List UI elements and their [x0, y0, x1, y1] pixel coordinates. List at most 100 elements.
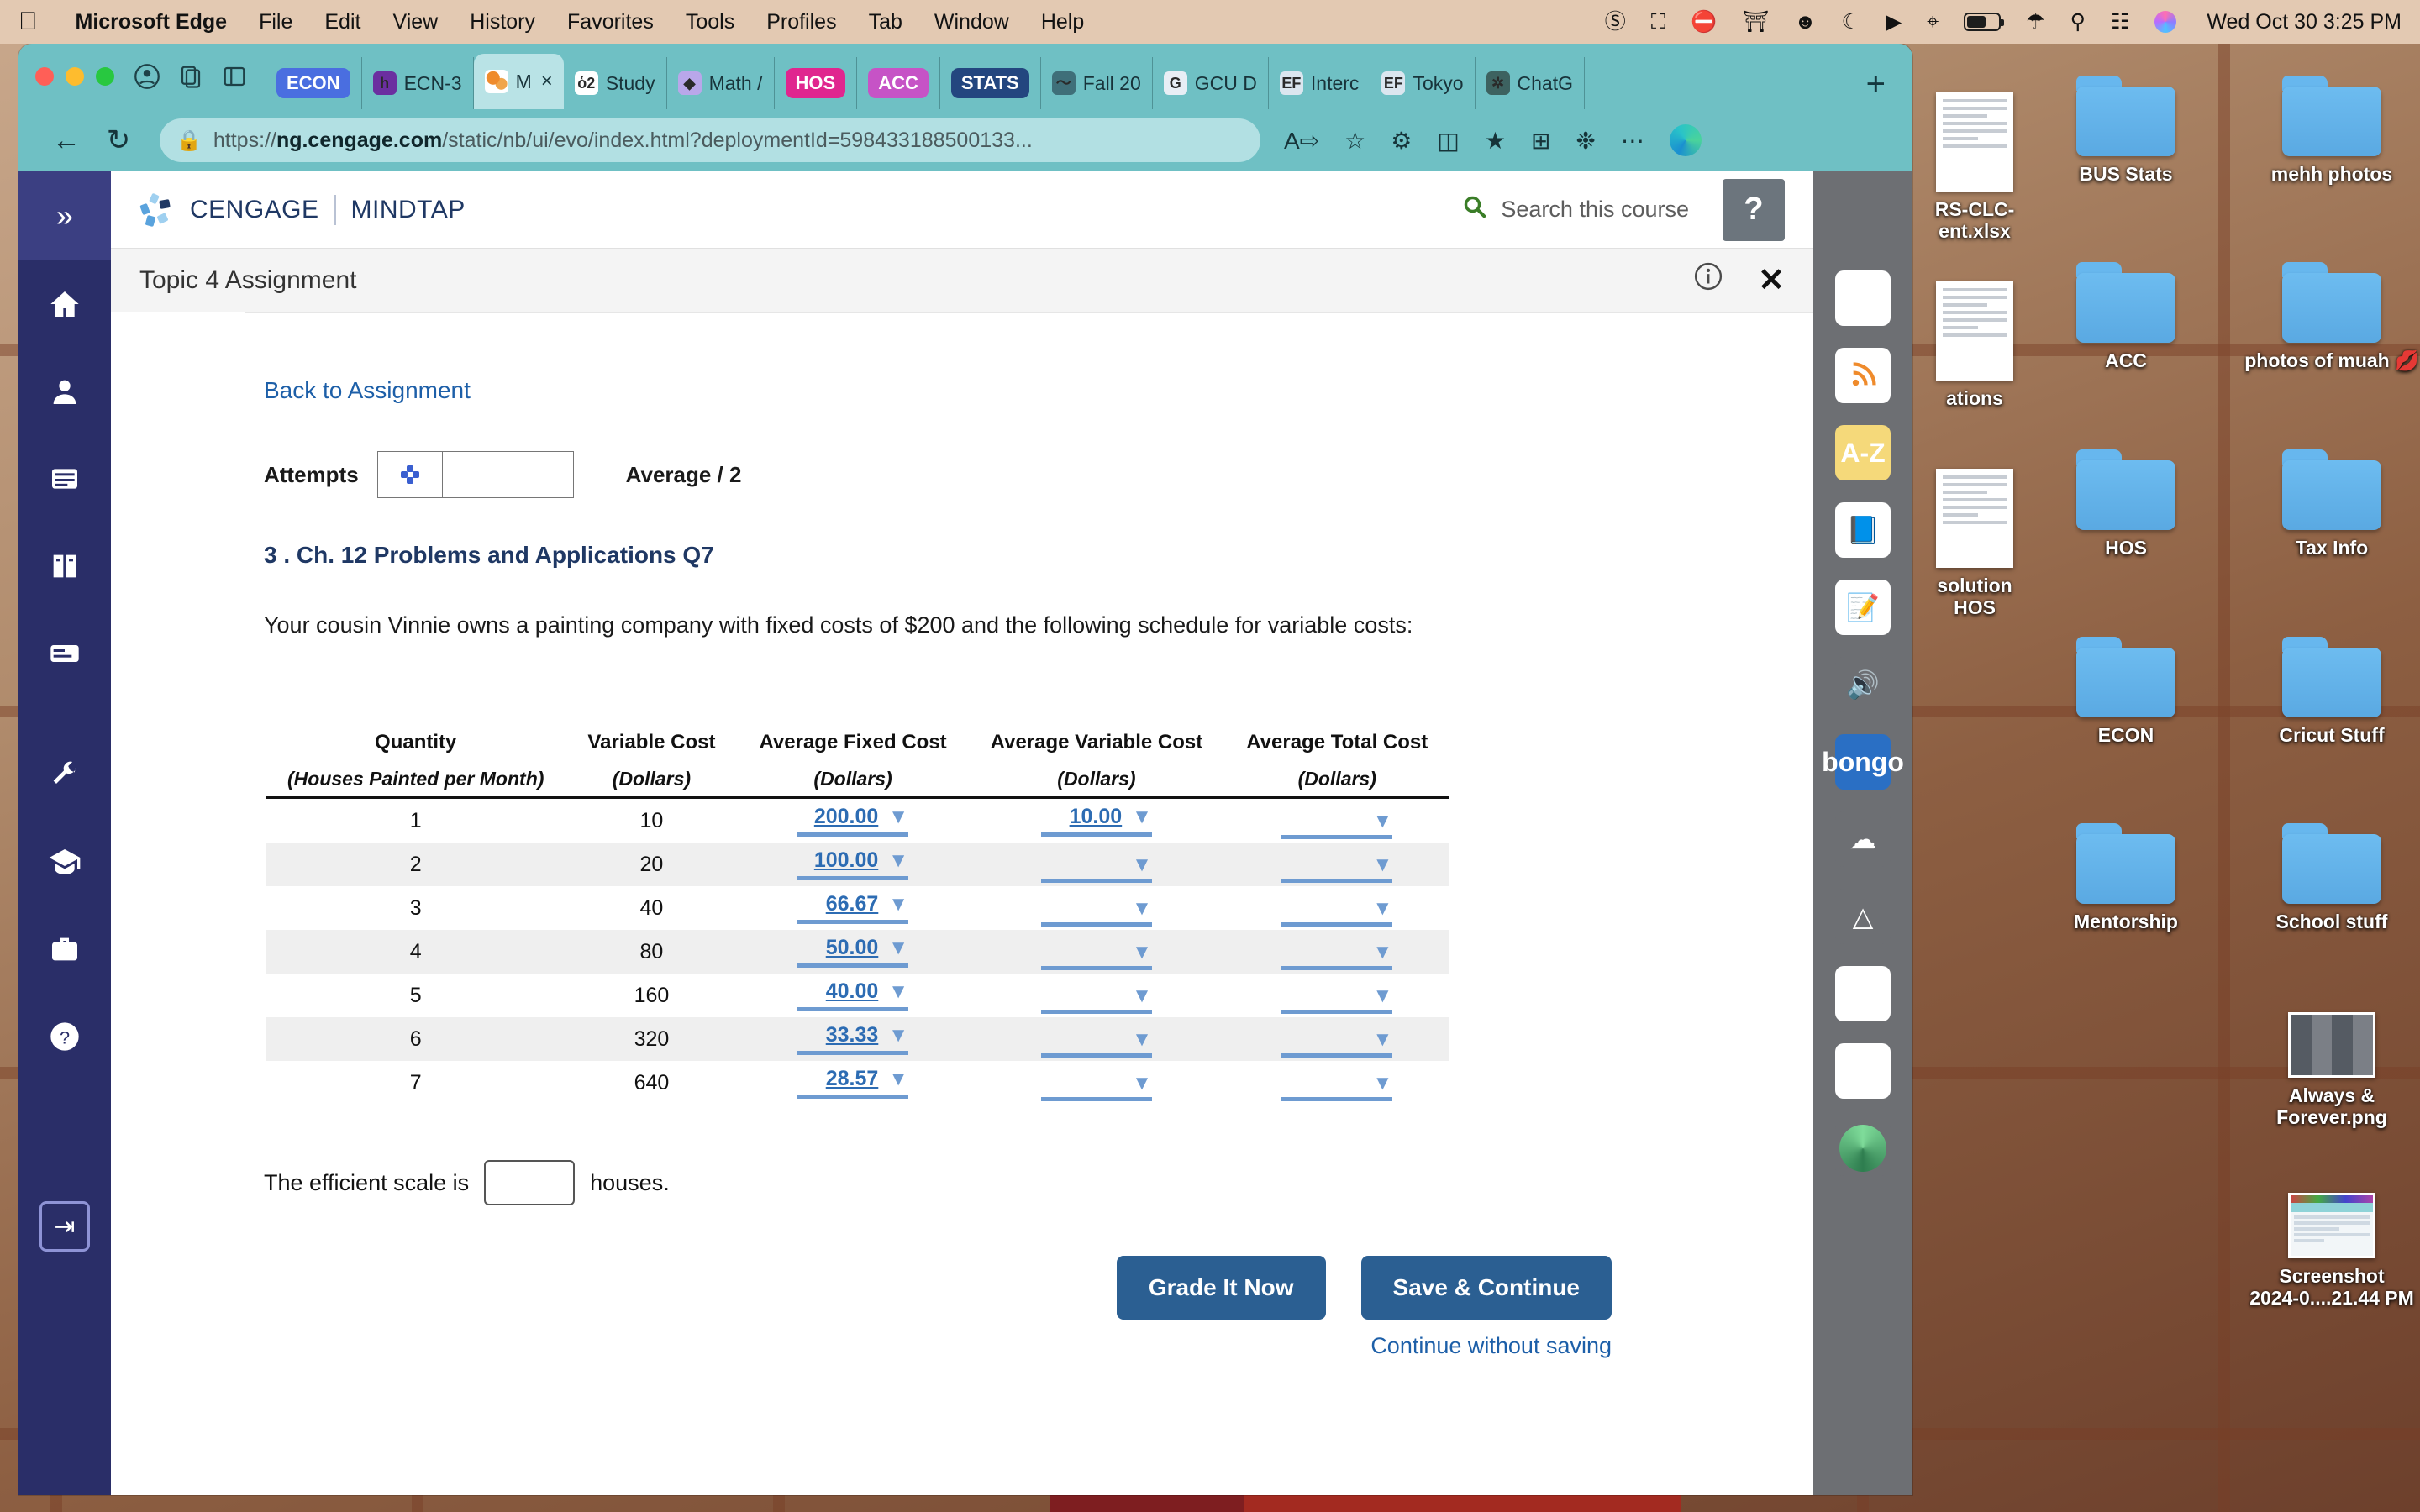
a-to-z-glossary-icon[interactable]: A-Z — [1835, 425, 1891, 480]
close-icon[interactable]: ✕ — [1758, 261, 1785, 299]
sidebar-item-tools[interactable] — [18, 731, 111, 818]
sidebar-item-flashcards[interactable] — [18, 610, 111, 697]
tab-close-icon[interactable]: × — [541, 70, 553, 93]
control-center-icon[interactable]: ☷ — [2111, 11, 2129, 33]
do-not-disturb-icon[interactable]: ⛩ — [1742, 11, 1769, 33]
info-icon[interactable] — [1694, 262, 1723, 298]
desktop-icon-5[interactable]: photos of muah 💋 — [2244, 262, 2420, 371]
desktop-icon-8[interactable]: Tax Info — [2244, 449, 2420, 559]
collections-icon[interactable]: ★ — [1485, 127, 1506, 155]
dropdown-avg-total-cost[interactable]: ▼ — [1281, 854, 1393, 883]
dropdown-avg-fixed-cost[interactable]: 100.00 ▼ — [797, 848, 909, 880]
dropdown-avg-fixed-cost[interactable]: 40.00 ▼ — [797, 979, 909, 1011]
play-icon[interactable]: ▶ — [1886, 11, 1902, 33]
desktop-icon-3[interactable]: ations — [1886, 281, 2063, 409]
back-to-assignment-link[interactable]: Back to Assignment — [264, 377, 471, 404]
accessibility-icon[interactable]: ☻ — [1794, 11, 1816, 33]
cengage-logo[interactable]: CENGAGE MINDTAP — [139, 192, 466, 228]
browser-tab-2[interactable]: M × — [473, 54, 564, 109]
omnibox[interactable]: 🔒 https://ng.cengage.com/static/nb/ui/ev… — [160, 118, 1260, 162]
menu-item-profiles[interactable]: Profiles — [750, 10, 852, 34]
grammarly-icon[interactable]: Ⓢ — [1605, 11, 1626, 33]
attempt-box-3[interactable] — [508, 451, 574, 498]
dropdown-avg-variable-cost[interactable]: ▼ — [1040, 898, 1152, 927]
browser-tab-12[interactable]: ✲ ChatG — [1476, 57, 1586, 109]
desktop-icon-4[interactable]: ACC — [2038, 262, 2214, 371]
tab-copy-icon[interactable] — [178, 64, 203, 89]
dropdown-avg-fixed-cost[interactable]: 50.00 ▼ — [797, 936, 909, 968]
logout-icon[interactable]: ⇥ — [39, 1201, 90, 1252]
dropdown-avg-variable-cost[interactable]: ▼ — [1040, 985, 1152, 1014]
dropdown-avg-variable-cost[interactable]: ▼ — [1040, 942, 1152, 970]
dropdown-avg-total-cost[interactable]: ▼ — [1281, 898, 1393, 927]
browser-tab-5[interactable]: HOS — [775, 57, 858, 109]
browser-tab-1[interactable]: h ECN-3 — [362, 57, 474, 109]
siri-icon[interactable] — [2154, 11, 2177, 33]
new-tab-button[interactable]: + — [1851, 67, 1901, 109]
browser-tab-11[interactable]: EF Tokyo — [1370, 57, 1476, 109]
continue-without-saving-link[interactable]: Continue without saving — [264, 1333, 1612, 1359]
sidebar-item-profile[interactable] — [18, 348, 111, 435]
screen-share-icon[interactable]: ⛶ — [1651, 11, 1666, 33]
sidebar-item-career[interactable] — [18, 906, 111, 993]
split-screen-icon[interactable]: ◫ — [1437, 127, 1459, 155]
grammarly-icon[interactable]: A+ — [1835, 966, 1891, 1021]
desktop-icon-1[interactable]: BUS Stats — [2038, 76, 2214, 185]
profile-avatar-icon[interactable] — [134, 64, 160, 89]
progress-icon[interactable] — [1835, 1121, 1891, 1176]
settings-more-icon[interactable]: ⋯ — [1621, 127, 1644, 155]
desktop-icon-6[interactable]: solution HOS — [1886, 469, 2063, 619]
dropdown-avg-total-cost[interactable]: ▼ — [1281, 985, 1393, 1014]
menu-item-view[interactable]: View — [376, 10, 454, 34]
menu-item-window[interactable]: Window — [918, 10, 1025, 34]
highlighter-icon[interactable]: ✎ — [1835, 270, 1891, 326]
browser-tab-4[interactable]: ◆ Math / — [667, 57, 775, 109]
dropdown-avg-total-cost[interactable]: ▼ — [1281, 1029, 1393, 1058]
expand-nav-icon[interactable]: » — [18, 171, 111, 260]
wifi-icon[interactable]: ☂ — [2026, 11, 2044, 33]
menu-item-history[interactable]: History — [454, 10, 551, 34]
dropdown-avg-variable-cost[interactable]: ▼ — [1040, 854, 1152, 883]
desktop-icon-0[interactable]: RS-CLC-ent.xlsx — [1886, 92, 2063, 243]
attempt-box-1[interactable] — [376, 451, 443, 498]
sidebar-item-grades[interactable] — [18, 818, 111, 906]
desktop-icon-7[interactable]: HOS — [2038, 449, 2214, 559]
browser-tab-0[interactable]: ECON — [266, 57, 362, 109]
browser-essentials-icon[interactable]: ⚙ — [1391, 127, 1412, 155]
menu-item-edit[interactable]: Edit — [308, 10, 376, 34]
desktop-icon-2[interactable]: mehh photos — [2244, 76, 2420, 185]
vertical-tabs-icon[interactable] — [222, 64, 247, 89]
notification-off-icon[interactable]: ⛔ — [1691, 11, 1717, 33]
dropdown-avg-fixed-cost[interactable]: 66.67 ▼ — [797, 892, 909, 924]
desktop-icon-14[interactable]: Screenshot 2024-0....21.44 PM — [2244, 1193, 2420, 1310]
desktop-icon-10[interactable]: Cricut Stuff — [2244, 637, 2420, 746]
browser-tab-8[interactable]: 〜 Fall 20 — [1041, 57, 1153, 109]
search-course-control[interactable]: Search this course — [1462, 194, 1689, 226]
notes-icon[interactable]: 📝 — [1835, 580, 1891, 635]
read-aloud-icon[interactable]: 🔊 — [1835, 657, 1891, 712]
grade-it-now-button[interactable]: Grade It Now — [1116, 1256, 1326, 1320]
desktop-icon-11[interactable]: Mentorship — [2038, 823, 2214, 932]
dropdown-avg-total-cost[interactable]: ▼ — [1281, 942, 1393, 970]
browser-tab-3[interactable]: ὁ2 Study — [564, 57, 667, 109]
favorite-star-icon[interactable]: ☆ — [1344, 127, 1365, 155]
menu-item-favorites[interactable]: Favorites — [551, 10, 670, 34]
menu-item-help[interactable]: Help — [1025, 10, 1100, 34]
save-and-continue-button[interactable]: Save & Continue — [1360, 1256, 1612, 1320]
reading-list-icon[interactable]: ☰ — [1835, 1043, 1891, 1099]
menu-item-file[interactable]: File — [243, 10, 308, 34]
menu-bar-clock[interactable]: Wed Oct 30 3:25 PM — [2207, 10, 2402, 34]
google-drive-icon[interactable]: △ — [1835, 889, 1891, 944]
browser-tab-7[interactable]: STATS — [940, 57, 1041, 109]
help-button[interactable]: ? — [1723, 178, 1785, 241]
menu-item-tab[interactable]: Tab — [853, 10, 918, 34]
dropdown-avg-variable-cost[interactable]: ▼ — [1040, 1073, 1152, 1101]
onedrive-icon[interactable]: ☁ — [1835, 811, 1891, 867]
spotlight-search-icon[interactable]: ⚲ — [2070, 11, 2086, 33]
performance-icon[interactable]: ❉ — [1576, 127, 1595, 155]
bongo-icon[interactable]: bongo — [1822, 734, 1904, 790]
desktop-icon-12[interactable]: School stuff — [2244, 823, 2420, 932]
ebook-icon[interactable]: 📘 — [1835, 502, 1891, 558]
add-collection-icon[interactable]: ⊞ — [1531, 127, 1550, 155]
battery-icon[interactable] — [1964, 13, 2005, 31]
